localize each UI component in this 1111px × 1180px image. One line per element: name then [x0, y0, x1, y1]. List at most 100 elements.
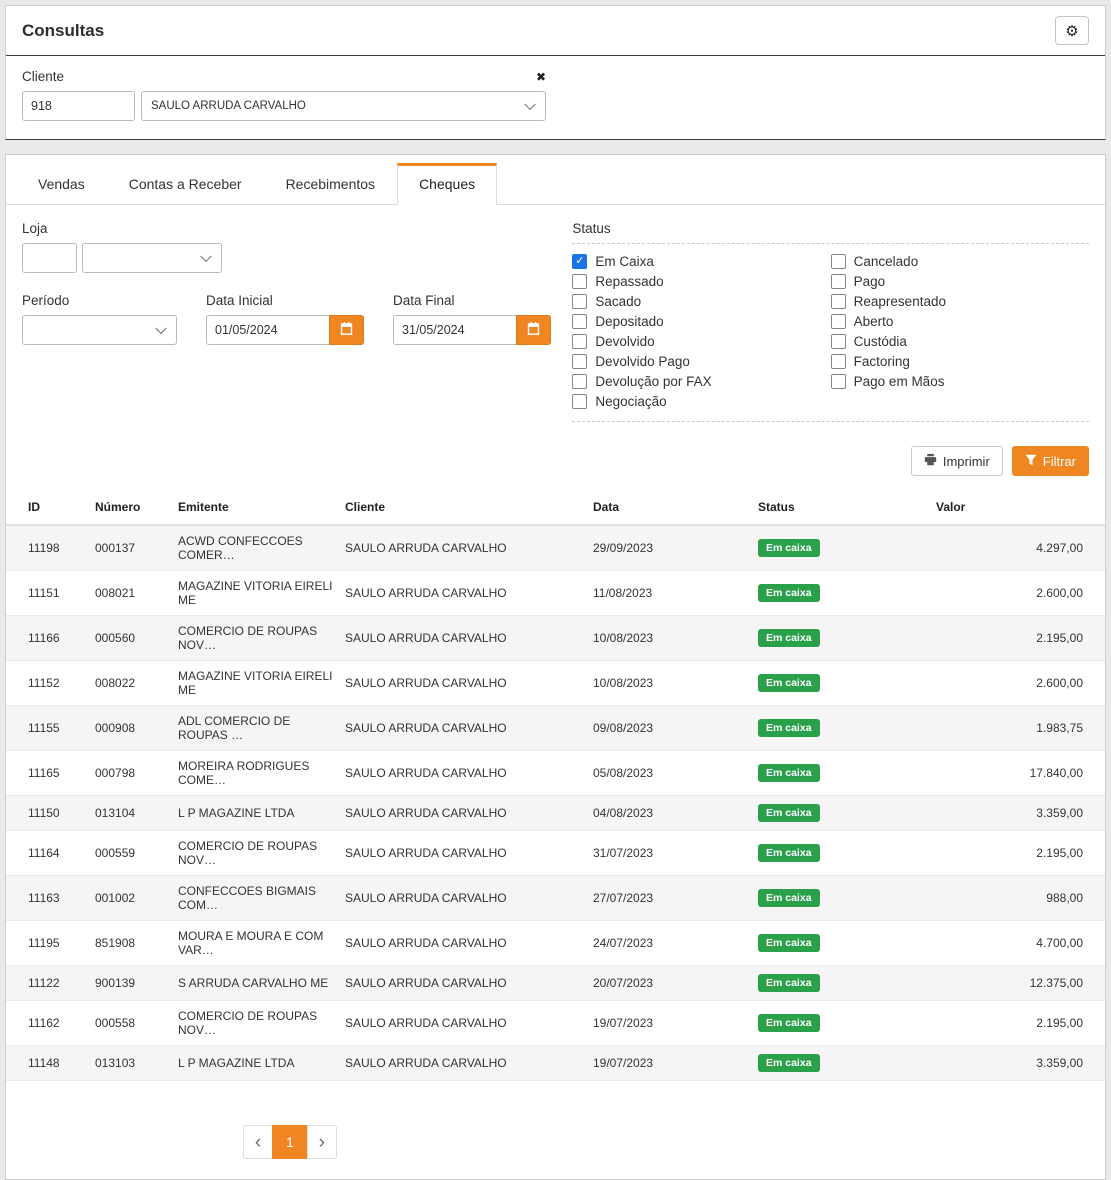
data-inicial-calendar-button[interactable] [329, 315, 364, 345]
status-option-repassado[interactable]: Repassado [572, 274, 830, 289]
settings-button[interactable]: ⚙ [1055, 16, 1089, 45]
status-option-negociacao[interactable]: Negociação [572, 394, 830, 409]
checkbox-icon[interactable] [572, 354, 587, 369]
cell-status: Em caixa [752, 876, 930, 921]
checkbox-icon[interactable] [831, 374, 846, 389]
loja-select[interactable] [82, 243, 222, 273]
data-inicial-input[interactable] [206, 315, 329, 345]
chevron-left-icon: ‹ [255, 1133, 261, 1152]
gear-icon: ⚙ [1065, 22, 1078, 40]
tab-contas-a-receber[interactable]: Contas a Receber [107, 163, 264, 205]
imprimir-button[interactable]: Imprimir [911, 446, 1003, 476]
calendar-icon [340, 322, 353, 338]
table-row[interactable]: 11122900139S ARRUDA CARVALHO MESAULO ARR… [6, 966, 1105, 1001]
cell-cliente: SAULO ARRUDA CARVALHO [339, 966, 587, 1001]
table-row[interactable]: 11150013104L P MAGAZINE LTDASAULO ARRUDA… [6, 796, 1105, 831]
imprimir-label: Imprimir [943, 454, 990, 469]
status-option-pago[interactable]: Pago [831, 274, 1089, 289]
cell-numero: 000137 [89, 525, 172, 571]
status-option-aberto[interactable]: Aberto [831, 314, 1089, 329]
status-option-reapresentado[interactable]: Reapresentado [831, 294, 1089, 309]
status-option-sacado[interactable]: Sacado [572, 294, 830, 309]
status-options: ✓Em Caixa Repassado Sacado Depositado Devolv… [572, 243, 1089, 422]
status-option-label: Aberto [854, 314, 894, 329]
data-final-input[interactable] [393, 315, 516, 345]
tab-recebimentos[interactable]: Recebimentos [264, 163, 398, 205]
column-valor: Valor [930, 490, 1105, 525]
table-row[interactable]: 11162000558COMERCIO DE ROUPAS NOV…SAULO … [6, 1001, 1105, 1046]
checkbox-icon[interactable] [831, 274, 846, 289]
periodo-select[interactable] [22, 315, 177, 345]
filtrar-button[interactable]: Filtrar [1012, 446, 1089, 476]
checkbox-icon[interactable] [572, 334, 587, 349]
status-option-label: Repassado [595, 274, 663, 289]
tab-vendas[interactable]: Vendas [16, 163, 107, 205]
cell-cliente: SAULO ARRUDA CARVALHO [339, 706, 587, 751]
cell-id: 11164 [6, 831, 89, 876]
tab-cheques[interactable]: Cheques [397, 163, 497, 205]
status-option-depositado[interactable]: Depositado [572, 314, 830, 329]
status-option-label: Devolvido Pago [595, 354, 690, 369]
status-option-devolvido-pago[interactable]: Devolvido Pago [572, 354, 830, 369]
checkbox-icon[interactable] [831, 314, 846, 329]
data-final-label: Data Final [393, 293, 551, 308]
table-row[interactable]: 11163001002CONFECCOES BIGMAIS COM…SAULO … [6, 876, 1105, 921]
status-badge: Em caixa [758, 934, 820, 952]
filters-left: Loja Período Data Inicial [22, 221, 572, 422]
cell-status: Em caixa [752, 1046, 930, 1081]
cliente-code-input[interactable] [22, 91, 135, 121]
loja-code-input[interactable] [22, 243, 77, 273]
close-icon[interactable]: ✖ [536, 70, 546, 84]
printer-icon [924, 453, 937, 469]
page-title: Consultas [22, 21, 104, 41]
table-row[interactable]: 11195851908MOURA E MOURA E COM VAR…SAULO… [6, 921, 1105, 966]
checkbox-icon[interactable] [572, 394, 587, 409]
previous-page-button[interactable]: ‹ [243, 1125, 273, 1159]
status-option-pago-em-maos[interactable]: Pago em Mãos [831, 374, 1089, 389]
checkbox-icon[interactable] [572, 374, 587, 389]
table-row[interactable]: 11166000560COMERCIO DE ROUPAS NOV…SAULO … [6, 616, 1105, 661]
checkbox-icon[interactable] [572, 294, 587, 309]
cell-numero: 013103 [89, 1046, 172, 1081]
filter-icon [1025, 454, 1037, 469]
checkbox-icon[interactable] [831, 334, 846, 349]
table-row[interactable]: 11165000798MOREIRA RODRIGUES COME…SAULO … [6, 751, 1105, 796]
status-option-label: Negociação [595, 394, 666, 409]
cell-numero: 000559 [89, 831, 172, 876]
checkbox-icon[interactable] [572, 314, 587, 329]
status-option-devolvido[interactable]: Devolvido [572, 334, 830, 349]
checkbox-icon[interactable] [572, 274, 587, 289]
status-option-devolucao-por-fax[interactable]: Devolução por FAX [572, 374, 830, 389]
status-option-custodia[interactable]: Custódia [831, 334, 1089, 349]
table-row[interactable]: 11152008022MAGAZINE VITORIA EIRELI MESAU… [6, 661, 1105, 706]
status-badge: Em caixa [758, 1054, 820, 1072]
page-1-button[interactable]: 1 [272, 1125, 308, 1159]
checkbox-icon[interactable] [831, 254, 846, 269]
cell-cliente: SAULO ARRUDA CARVALHO [339, 831, 587, 876]
cell-valor: 4.297,00 [930, 525, 1105, 571]
table-row[interactable]: 11148013103L P MAGAZINE LTDASAULO ARRUDA… [6, 1046, 1105, 1081]
status-option-factoring[interactable]: Factoring [831, 354, 1089, 369]
table-row[interactable]: 11198000137ACWD CONFECCOES COMER…SAULO A… [6, 525, 1105, 571]
cliente-select[interactable]: SAULO ARRUDA CARVALHO [141, 91, 546, 121]
data-final-calendar-button[interactable] [516, 315, 551, 345]
status-option-label: Custódia [854, 334, 907, 349]
table-row[interactable]: 11164000559COMERCIO DE ROUPAS NOV…SAULO … [6, 831, 1105, 876]
cell-cliente: SAULO ARRUDA CARVALHO [339, 751, 587, 796]
cell-emitente: CONFECCOES BIGMAIS COM… [172, 876, 339, 921]
checkbox-checked-icon[interactable]: ✓ [572, 254, 587, 269]
table-row[interactable]: 11151008021MAGAZINE VITORIA EIRELI MESAU… [6, 571, 1105, 616]
table-row[interactable]: 11155000908ADL COMERCIO DE ROUPAS …SAULO… [6, 706, 1105, 751]
next-page-button[interactable]: › [307, 1125, 337, 1159]
main-panel: Vendas Contas a Receber Recebimentos Che… [5, 154, 1106, 1180]
checkbox-icon[interactable] [831, 294, 846, 309]
cell-emitente: L P MAGAZINE LTDA [172, 796, 339, 831]
cell-emitente: L P MAGAZINE LTDA [172, 1046, 339, 1081]
status-option-em-caixa[interactable]: ✓Em Caixa [572, 254, 830, 269]
cell-emitente: COMERCIO DE ROUPAS NOV… [172, 616, 339, 661]
cell-id: 11150 [6, 796, 89, 831]
cell-data: 04/08/2023 [587, 796, 752, 831]
status-option-cancelado[interactable]: Cancelado [831, 254, 1089, 269]
cell-status: Em caixa [752, 525, 930, 571]
checkbox-icon[interactable] [831, 354, 846, 369]
